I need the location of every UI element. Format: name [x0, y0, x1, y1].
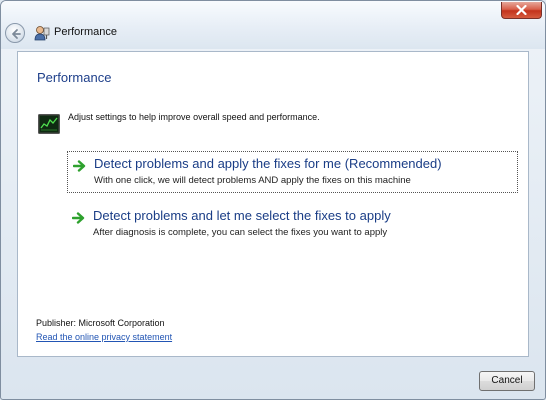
- back-button[interactable]: [5, 23, 25, 43]
- green-arrow-icon: [72, 212, 85, 224]
- page-heading: Performance: [37, 70, 112, 85]
- performance-monitor-icon: [38, 114, 60, 134]
- back-arrow-icon: [12, 29, 21, 39]
- content-panel: Performance Adjust settings to help impr…: [17, 51, 529, 357]
- privacy-statement-link[interactable]: Read the online privacy statement: [36, 332, 172, 342]
- option-title: Detect problems and apply the fixes for …: [94, 156, 442, 171]
- troubleshooter-window: Performance Performance Adjust settings …: [0, 0, 546, 400]
- title-bar: Performance: [1, 1, 545, 49]
- publisher-text: Publisher: Microsoft Corporation: [36, 318, 165, 328]
- close-button[interactable]: [501, 2, 542, 19]
- option-select-fixes[interactable]: Detect problems and let me select the fi…: [67, 204, 518, 246]
- option-apply-fixes-automatically[interactable]: Detect problems and apply the fixes for …: [67, 151, 518, 193]
- intro-text: Adjust settings to help improve overall …: [68, 112, 320, 122]
- close-icon: [516, 5, 527, 15]
- troubleshooter-icon: [34, 26, 50, 41]
- window-title: Performance: [54, 26, 117, 38]
- option-description: After diagnosis is complete, you can sel…: [93, 227, 388, 238]
- cancel-button[interactable]: Cancel: [479, 371, 535, 391]
- green-arrow-icon: [73, 160, 86, 172]
- option-description: With one click, we will detect problems …: [94, 175, 411, 186]
- option-title: Detect problems and let me select the fi…: [93, 208, 391, 223]
